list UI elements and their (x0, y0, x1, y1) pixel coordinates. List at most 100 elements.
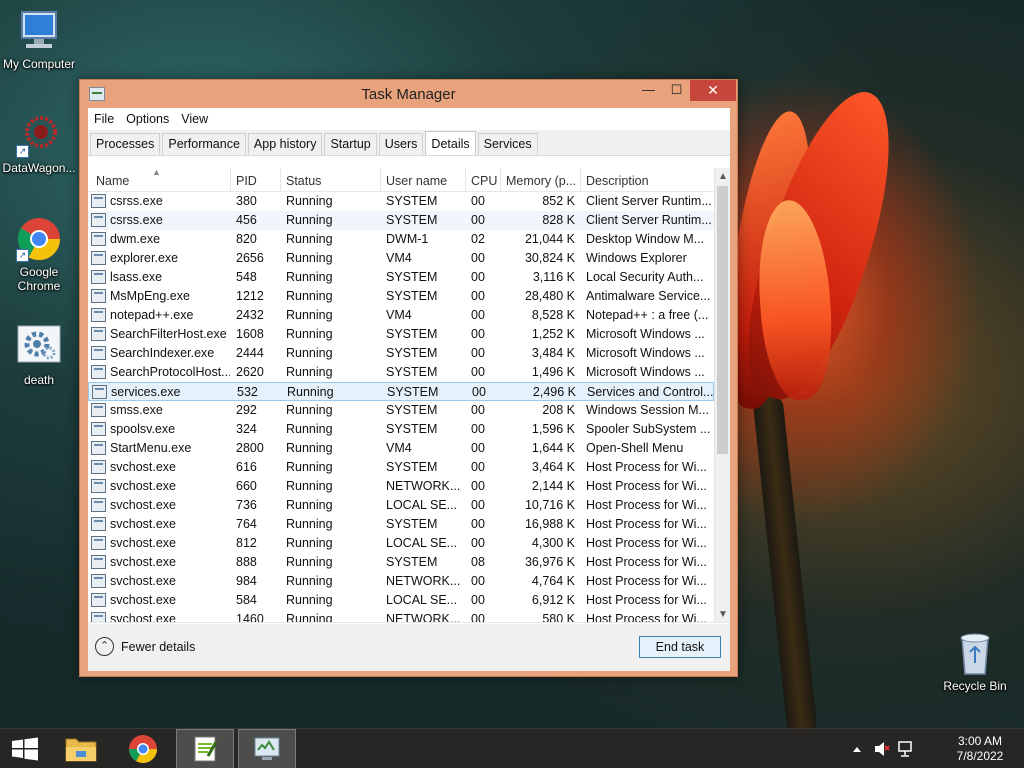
tab-processes[interactable]: Processes (90, 133, 161, 155)
start-button[interactable] (0, 729, 58, 768)
tab-startup[interactable]: Startup (324, 133, 377, 155)
scrollbar-thumb[interactable] (717, 186, 728, 454)
process-user: NETWORK... (386, 612, 461, 623)
process-cpu: 00 (471, 479, 485, 493)
table-row[interactable]: svchost.exe 984 Running NETWORK... 00 4,764 K… (88, 572, 714, 591)
process-description: Host Process for Wi... (586, 498, 707, 512)
process-cpu: 00 (471, 251, 485, 265)
process-status: Running (286, 289, 333, 303)
column-cpu[interactable]: CPU (466, 168, 501, 192)
chevron-up-icon[interactable]: ⌃ (95, 637, 114, 656)
process-icon (91, 517, 106, 531)
show-hidden-icons[interactable] (850, 729, 864, 768)
column-memory[interactable]: Memory (p... (501, 168, 581, 192)
process-icon (91, 422, 106, 436)
chevron-up-icon (853, 747, 861, 752)
process-icon (91, 441, 106, 455)
menu-file[interactable]: File (94, 112, 114, 126)
table-row[interactable]: SearchFilterHost.exe 1608 Running SYSTEM 00 1… (88, 325, 714, 344)
tab-users[interactable]: Users (378, 133, 424, 155)
process-description: Microsoft Windows ... (586, 327, 705, 341)
table-row[interactable]: svchost.exe 1460 Running NETWORK... 00 580 K H… (88, 610, 714, 623)
table-row[interactable]: svchost.exe 660 Running NETWORK... 00 2,144 K… (88, 477, 714, 496)
taskbar-file-explorer[interactable] (52, 729, 110, 768)
desktop-icon-datawagon[interactable]: ↗ DataWagon... (0, 112, 78, 175)
table-row[interactable]: svchost.exe 812 Running LOCAL SE... 00 4,300 … (88, 534, 714, 553)
column-status[interactable]: Status (281, 168, 381, 192)
table-row[interactable]: lsass.exe 548 Running SYSTEM 00 3,116 K Local … (88, 268, 714, 287)
vertical-scrollbar[interactable]: ▲ ▼ (714, 168, 730, 622)
table-row[interactable]: svchost.exe 584 Running LOCAL SE... 00 6,912 … (88, 591, 714, 610)
process-name: SearchFilterHost.exe (110, 327, 227, 341)
table-row[interactable]: SearchIndexer.exe 2444 Running SYSTEM 00 3,48… (88, 344, 714, 363)
table-row[interactable]: dwm.exe 820 Running DWM-1 02 21,044 K Desktop … (88, 230, 714, 249)
table-row[interactable]: notepad++.exe 2432 Running VM4 00 8,528 K Note… (88, 306, 714, 325)
table-row[interactable]: services.exe 532 Running SYSTEM 00 2,496 K Ser… (88, 382, 714, 401)
desktop-icon-my-computer[interactable]: My Computer (0, 8, 78, 71)
volume-muted-icon[interactable] (873, 729, 891, 768)
tab-services[interactable]: Services (477, 133, 538, 155)
process-icon (92, 385, 107, 399)
desktop-icon-recycle-bin[interactable]: Recycle Bin (936, 630, 1014, 693)
column-name[interactable]: Name ▲ (88, 168, 231, 192)
scroll-up-icon[interactable]: ▲ (715, 168, 730, 185)
close-button[interactable]: ✕ (690, 80, 736, 101)
sort-ascending-icon: ▲ (152, 168, 161, 177)
process-memory: 3,464 K (531, 460, 575, 474)
system-clock[interactable]: 3:00 AM 7/8/2022 (940, 734, 1020, 764)
table-row[interactable]: svchost.exe 764 Running SYSTEM 00 16,988 K Hos… (88, 515, 714, 534)
table-row[interactable]: svchost.exe 888 Running SYSTEM 08 36,976 K Hos… (88, 553, 714, 572)
column-pid[interactable]: PID (231, 168, 281, 192)
title-bar[interactable]: Task Manager — ☐ ✕ (80, 80, 737, 108)
table-row[interactable]: smss.exe 292 Running SYSTEM 00 208 K Windows S… (88, 401, 714, 420)
process-description: Host Process for Wi... (586, 574, 707, 588)
process-icon (91, 365, 106, 379)
process-cpu: 00 (471, 460, 485, 474)
tab-app-history[interactable]: App history (247, 133, 323, 155)
column-description[interactable]: Description (581, 168, 714, 192)
process-status: Running (286, 460, 333, 474)
process-pid: 1212 (236, 289, 264, 303)
table-row[interactable]: SearchProtocolHost.... 2620 Running SYSTEM 0… (88, 363, 714, 382)
tab-performance[interactable]: Performance (162, 133, 246, 155)
process-name: svchost.exe (110, 498, 177, 512)
taskbar-notepad-plus-plus[interactable] (176, 729, 234, 768)
desktop-icon-google-chrome[interactable]: ↗ Google Chrome (0, 216, 78, 293)
process-description: Host Process for Wi... (586, 460, 707, 474)
menu-options[interactable]: Options (126, 112, 169, 126)
table-row[interactable]: explorer.exe 2656 Running VM4 00 30,824 K Wind… (88, 249, 714, 268)
taskbar-chrome[interactable] (114, 729, 172, 768)
process-cpu: 00 (471, 289, 485, 303)
chrome-icon (129, 735, 157, 763)
process-icon (91, 270, 106, 284)
taskbar-task-manager[interactable] (238, 729, 296, 768)
process-name: explorer.exe (110, 251, 179, 265)
process-user: VM4 (386, 308, 412, 322)
process-pid: 820 (236, 232, 257, 246)
network-icon[interactable] (897, 729, 915, 768)
process-pid: 456 (236, 213, 257, 227)
process-pid: 736 (236, 498, 257, 512)
fewer-details-link[interactable]: Fewer details (121, 640, 195, 654)
table-row[interactable]: svchost.exe 736 Running LOCAL SE... 00 10,716… (88, 496, 714, 515)
table-row[interactable]: svchost.exe 616 Running SYSTEM 00 3,464 K Host… (88, 458, 714, 477)
process-status: Running (286, 346, 333, 360)
table-row[interactable]: csrss.exe 456 Running SYSTEM 00 828 K Client S… (88, 211, 714, 230)
minimize-button[interactable]: — (635, 80, 662, 101)
maximize-button[interactable]: ☐ (663, 80, 690, 101)
tab-details[interactable]: Details (425, 131, 476, 155)
desktop-icon-death[interactable]: death (0, 324, 78, 387)
table-row[interactable]: StartMenu.exe 2800 Running VM4 00 1,644 K Open… (88, 439, 714, 458)
menu-view[interactable]: View (181, 112, 208, 126)
scroll-down-icon[interactable]: ▼ (715, 606, 730, 622)
column-user-name[interactable]: User name (381, 168, 466, 192)
process-memory: 3,116 K (532, 270, 575, 284)
process-cpu: 00 (471, 536, 485, 550)
wallpaper-stem (752, 394, 818, 736)
table-row[interactable]: csrss.exe 380 Running SYSTEM 00 852 K Client S… (88, 192, 714, 211)
end-task-button[interactable]: End task (639, 636, 721, 658)
shortcut-arrow-icon: ↗ (16, 249, 29, 262)
process-cpu: 00 (471, 403, 485, 417)
table-row[interactable]: spoolsv.exe 324 Running SYSTEM 00 1,596 K Spoo… (88, 420, 714, 439)
table-row[interactable]: MsMpEng.exe 1212 Running SYSTEM 00 28,480 K An… (88, 287, 714, 306)
